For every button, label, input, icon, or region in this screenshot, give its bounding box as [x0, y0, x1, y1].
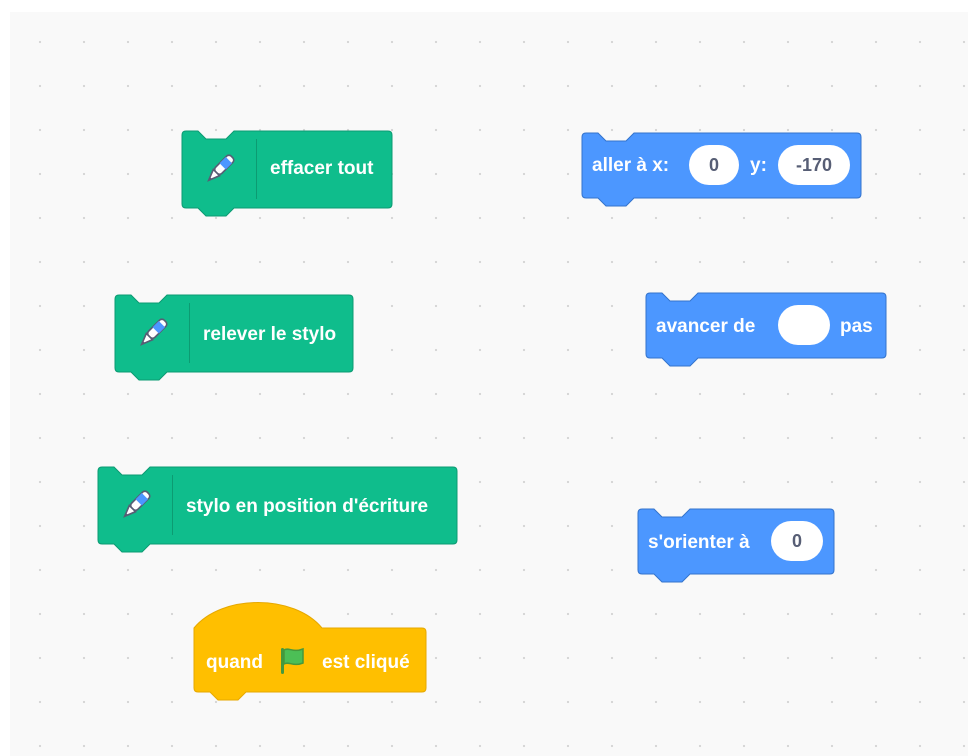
pen-icon — [140, 318, 168, 346]
point-direction-block[interactable]: s'orienter à 0 — [637, 508, 842, 593]
steps-input[interactable] — [778, 305, 830, 345]
green-flag-icon — [281, 647, 304, 674]
event-label-after: est cliqué — [322, 652, 410, 673]
move-label-after: pas — [840, 316, 873, 337]
y-input[interactable]: -170 — [778, 145, 850, 185]
event-label-before: quand — [206, 652, 263, 673]
goto-label-y: y: — [750, 155, 767, 176]
block-divider — [172, 475, 173, 535]
pen-down-block[interactable]: stylo en position d'écriture — [97, 466, 460, 557]
block-divider — [189, 303, 190, 363]
when-flag-clicked-block[interactable]: quand est cliqué — [193, 602, 430, 708]
pen-up-block[interactable]: relever le stylo — [114, 294, 355, 385]
pen-icon — [123, 490, 151, 518]
goto-xy-block[interactable]: aller à x: 0 y: -170 — [581, 132, 864, 217]
pen-icon — [207, 154, 235, 182]
block-divider — [256, 139, 257, 199]
point-label: s'orienter à — [648, 532, 750, 553]
goto-label-x: aller à x: — [592, 155, 670, 176]
scripts-area[interactable]: effacer tout relever le stylo stylo en p… — [10, 12, 968, 756]
direction-input[interactable]: 0 — [771, 521, 823, 561]
x-input[interactable]: 0 — [689, 145, 739, 185]
pen-up-label: relever le stylo — [203, 324, 337, 345]
pen-down-label: stylo en position d'écriture — [186, 496, 429, 517]
move-label-before: avancer de — [656, 316, 756, 337]
move-steps-block[interactable]: avancer de pas — [645, 292, 892, 377]
pen-clear-label: effacer tout — [270, 158, 374, 179]
pen-clear-block[interactable]: effacer tout — [181, 130, 394, 221]
